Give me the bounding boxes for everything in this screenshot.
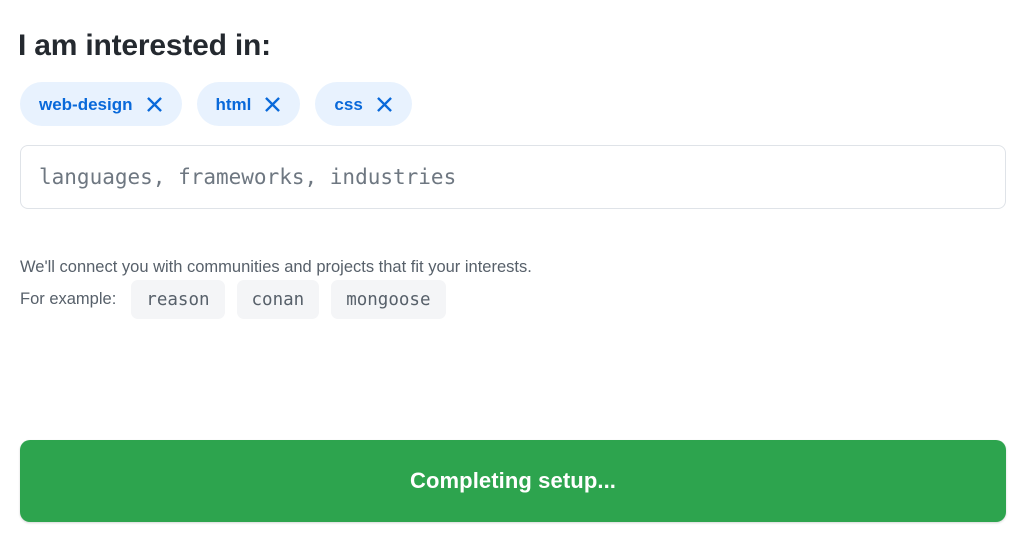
selected-tag-web-design[interactable]: web-design [20,82,182,126]
close-x-icon[interactable] [146,96,163,113]
complete-setup-button[interactable]: Completing setup... [20,440,1006,522]
page-title: I am interested in: [18,29,271,63]
selected-tags-list: web-design html css [20,82,412,126]
selected-tag-label: css [334,94,363,114]
close-x-icon[interactable] [264,96,281,113]
close-x-icon[interactable] [376,96,393,113]
examples-row: For example: reason conan mongoose [20,280,446,319]
selected-tag-label: web-design [39,94,133,114]
interests-setup-page: I am interested in: web-design html css [0,0,1024,539]
selected-tag-label: html [215,94,252,114]
example-chip-reason[interactable]: reason [131,280,225,319]
example-chip-conan[interactable]: conan [236,280,320,319]
example-chip-mongoose[interactable]: mongoose [331,280,446,319]
helper-text: We'll connect you with communities and p… [20,257,532,276]
interests-input[interactable] [20,145,1006,209]
examples-label: For example: [20,290,117,309]
selected-tag-css[interactable]: css [315,82,412,126]
selected-tag-html[interactable]: html [196,82,301,126]
